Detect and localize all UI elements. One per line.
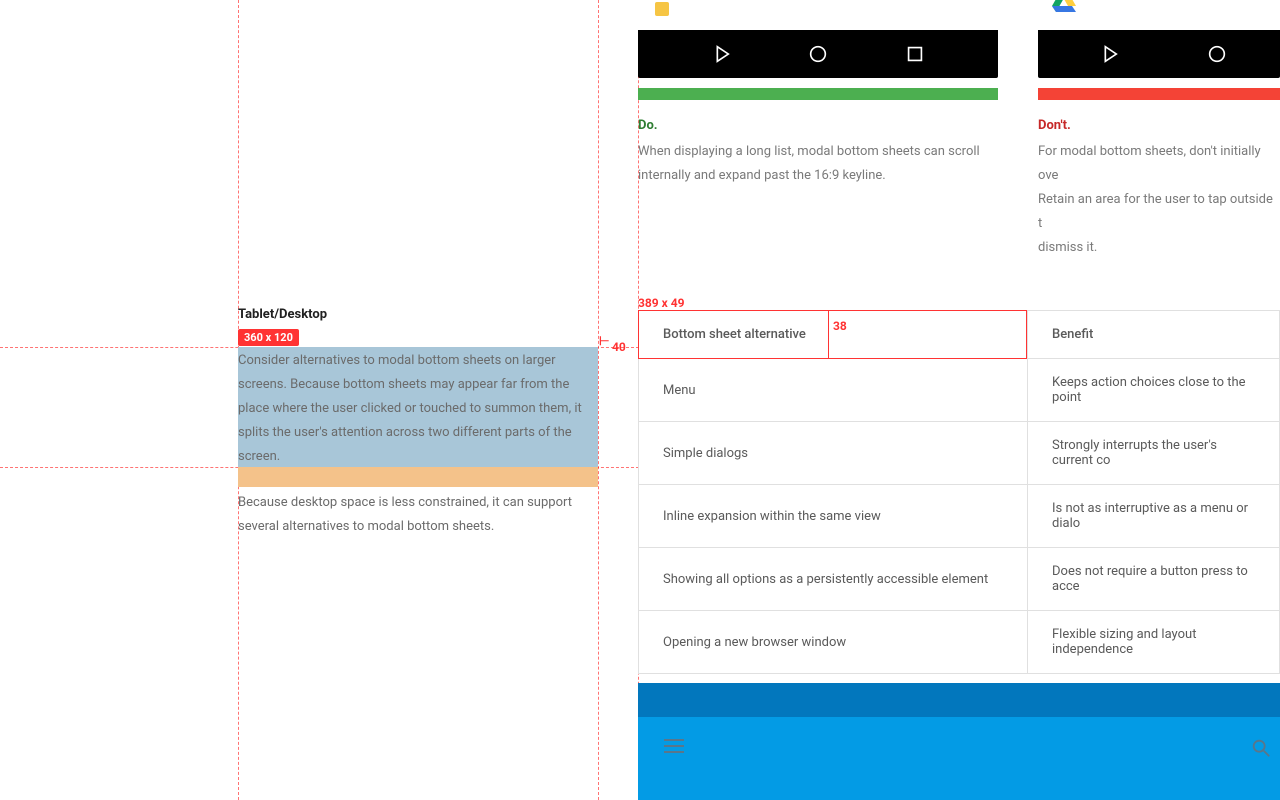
drive-icon: [1052, 0, 1076, 12]
table-header-label: Bottom sheet alternative: [663, 327, 806, 342]
table-cell: Showing all options as a persistently ac…: [639, 548, 1028, 611]
table-header-size-label: 389 x 49: [638, 296, 685, 310]
table-header-row: Bottom sheet alternative 38 Benefit: [639, 311, 1280, 359]
dont-caption: For modal bottom sheets, don't initially…: [1038, 140, 1280, 260]
device-list-row: [638, 0, 998, 30]
nav-back-icon: [1098, 43, 1120, 65]
table-cell: Keeps action choices close to the point: [1028, 359, 1280, 422]
paragraph-text: Because desktop space is less constraine…: [238, 491, 598, 539]
list-marker-icon: [655, 2, 669, 16]
size-badge: 360 x 120: [238, 329, 299, 346]
app-bar: My files: [638, 717, 1280, 800]
nav-back-icon: [710, 43, 732, 65]
table-row: Inline expansion within the same viewIs …: [639, 485, 1280, 548]
hamburger-icon[interactable]: [664, 739, 684, 755]
table-row: MenuKeeps action choices close to the po…: [639, 359, 1280, 422]
table-cell: Opening a new browser window: [639, 611, 1028, 674]
nav-home-icon: [1206, 43, 1228, 65]
nav-recent-icon: [904, 43, 926, 65]
table-cell: Menu: [639, 359, 1028, 422]
highlighted-paragraph: Consider alternatives to modal bottom sh…: [238, 347, 598, 471]
table-header-cell: Bottom sheet alternative 38: [639, 311, 1028, 359]
table-cell: Strongly interrupts the user's current c…: [1028, 422, 1280, 485]
table-cell: Is not as interruptive as a menu or dial…: [1028, 485, 1280, 548]
tablet-mockup: My files: [638, 683, 1280, 800]
table-cell: Flexible sizing and layout independence: [1028, 611, 1280, 674]
table-row: Simple dialogsStrongly interrupts the us…: [639, 422, 1280, 485]
status-bar: [638, 683, 1280, 717]
margin-highlight: [238, 467, 598, 487]
status-bar-do: [638, 88, 998, 100]
dont-label: Don't.: [1038, 118, 1071, 133]
table-cell: Inline expansion within the same view: [639, 485, 1028, 548]
status-bar-dont: [1038, 88, 1280, 100]
drive-list-row: Drive: [1038, 0, 1280, 30]
measurement-divider: [828, 310, 829, 359]
guide-vertical: [598, 0, 599, 800]
table-row: Showing all options as a persistently ac…: [639, 548, 1280, 611]
table-cell: Does not require a button press to acce: [1028, 548, 1280, 611]
spacer-tick: ⊢: [599, 334, 609, 348]
table-cell: Simple dialogs: [639, 422, 1028, 485]
page-root: Do. When displaying a long list, modal b…: [0, 0, 1280, 800]
do-caption: When displaying a long list, modal botto…: [638, 140, 998, 188]
paragraph-text: Consider alternatives to modal bottom sh…: [238, 347, 598, 471]
spacer-measurement: 40: [612, 340, 626, 354]
table-header-label: Benefit: [1052, 327, 1093, 342]
android-navbar: [1038, 30, 1280, 78]
search-icon[interactable]: [1250, 737, 1272, 759]
drive-label: Drive: [1108, 0, 1142, 4]
table-header-cell: Benefit: [1028, 311, 1280, 359]
android-navbar: [638, 30, 998, 78]
alternatives-table: Bottom sheet alternative 38 Benefit Menu…: [638, 310, 1280, 674]
section-heading: Tablet/Desktop: [238, 307, 327, 322]
table-row: Opening a new browser windowFlexible siz…: [639, 611, 1280, 674]
nav-home-icon: [807, 43, 829, 65]
do-label: Do.: [638, 118, 658, 133]
cell-measurement: 38: [833, 319, 847, 333]
